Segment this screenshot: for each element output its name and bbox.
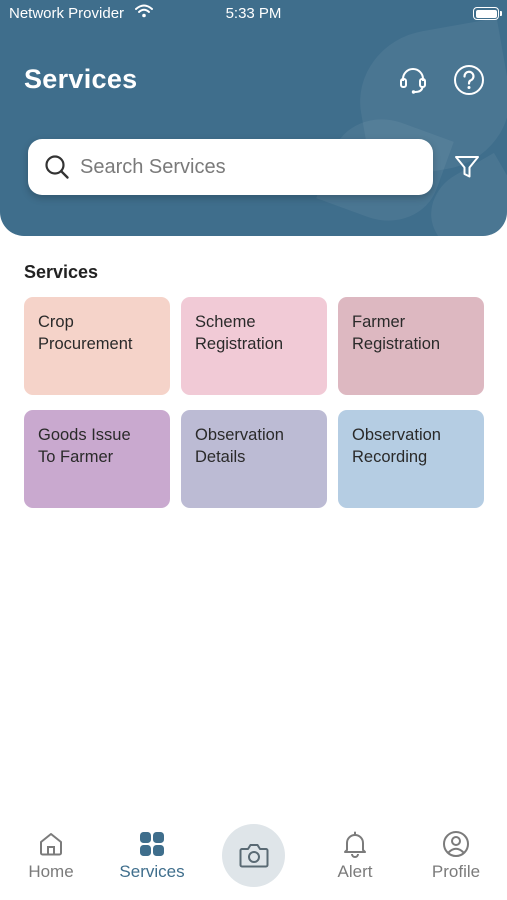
tile-label-line: Farmer (352, 313, 406, 331)
search-icon (44, 154, 70, 185)
nav-alert[interactable]: Alert (310, 812, 400, 892)
tile-label-line: Goods Issue (38, 426, 131, 444)
nav-label: Home (28, 862, 74, 881)
tile-label-line: Procurement (38, 335, 133, 353)
nav-profile[interactable]: Profile (411, 812, 501, 892)
tile-label-line: Observation (352, 426, 441, 444)
question-circle-icon (453, 65, 485, 100)
tile-label-line: To Farmer (38, 448, 114, 466)
search-input[interactable] (80, 139, 420, 195)
tile-label-line: Scheme (195, 313, 256, 331)
camera-button[interactable] (222, 824, 285, 887)
nav-home[interactable]: Home (6, 812, 96, 892)
service-tile-observation-recording[interactable]: Observation Recording (338, 410, 484, 508)
support-button[interactable] (397, 64, 429, 96)
tile-label-line: Recording (352, 448, 428, 466)
help-button[interactable] (453, 64, 485, 96)
tile-label-line: Crop (38, 313, 74, 331)
service-tile-observation-details[interactable]: Observation Details (181, 410, 327, 508)
grid-icon (138, 830, 166, 863)
bell-icon (341, 830, 369, 863)
search-bar[interactable] (28, 139, 433, 195)
user-circle-icon (442, 830, 470, 863)
tile-label-line: Observation (195, 426, 284, 444)
services-grid: Crop Procurement Scheme Registration Far… (24, 297, 485, 509)
bottom-nav: Home Services Alert Profile (0, 812, 507, 900)
battery-icon (473, 7, 502, 20)
service-tile-farmer-registration[interactable]: Farmer Registration (338, 297, 484, 395)
service-tile-crop-procurement[interactable]: Crop Procurement (24, 297, 170, 395)
nav-label: Profile (431, 862, 481, 881)
page-title: Services (24, 64, 138, 94)
headset-icon (397, 68, 429, 100)
nav-label: Alert (337, 862, 373, 881)
tile-label-line: Registration (195, 335, 284, 353)
home-icon (37, 830, 65, 863)
filter-button[interactable] (453, 153, 481, 186)
nav-label: Services (119, 862, 185, 881)
nav-services[interactable]: Services (107, 812, 197, 892)
clock-time: 5:33 PM (225, 5, 282, 22)
section-title: Services (24, 262, 99, 282)
tile-label-line: Registration (352, 335, 441, 353)
filter-icon (453, 156, 481, 185)
services-header: Network Provider 5:33 PM Services (0, 0, 507, 236)
service-tile-goods-issue[interactable]: Goods Issue To Farmer (24, 410, 170, 508)
tile-label-line: Details (195, 448, 246, 466)
status-bar: Network Provider 5:33 PM (0, 0, 507, 28)
service-tile-scheme-registration[interactable]: Scheme Registration (181, 297, 327, 395)
